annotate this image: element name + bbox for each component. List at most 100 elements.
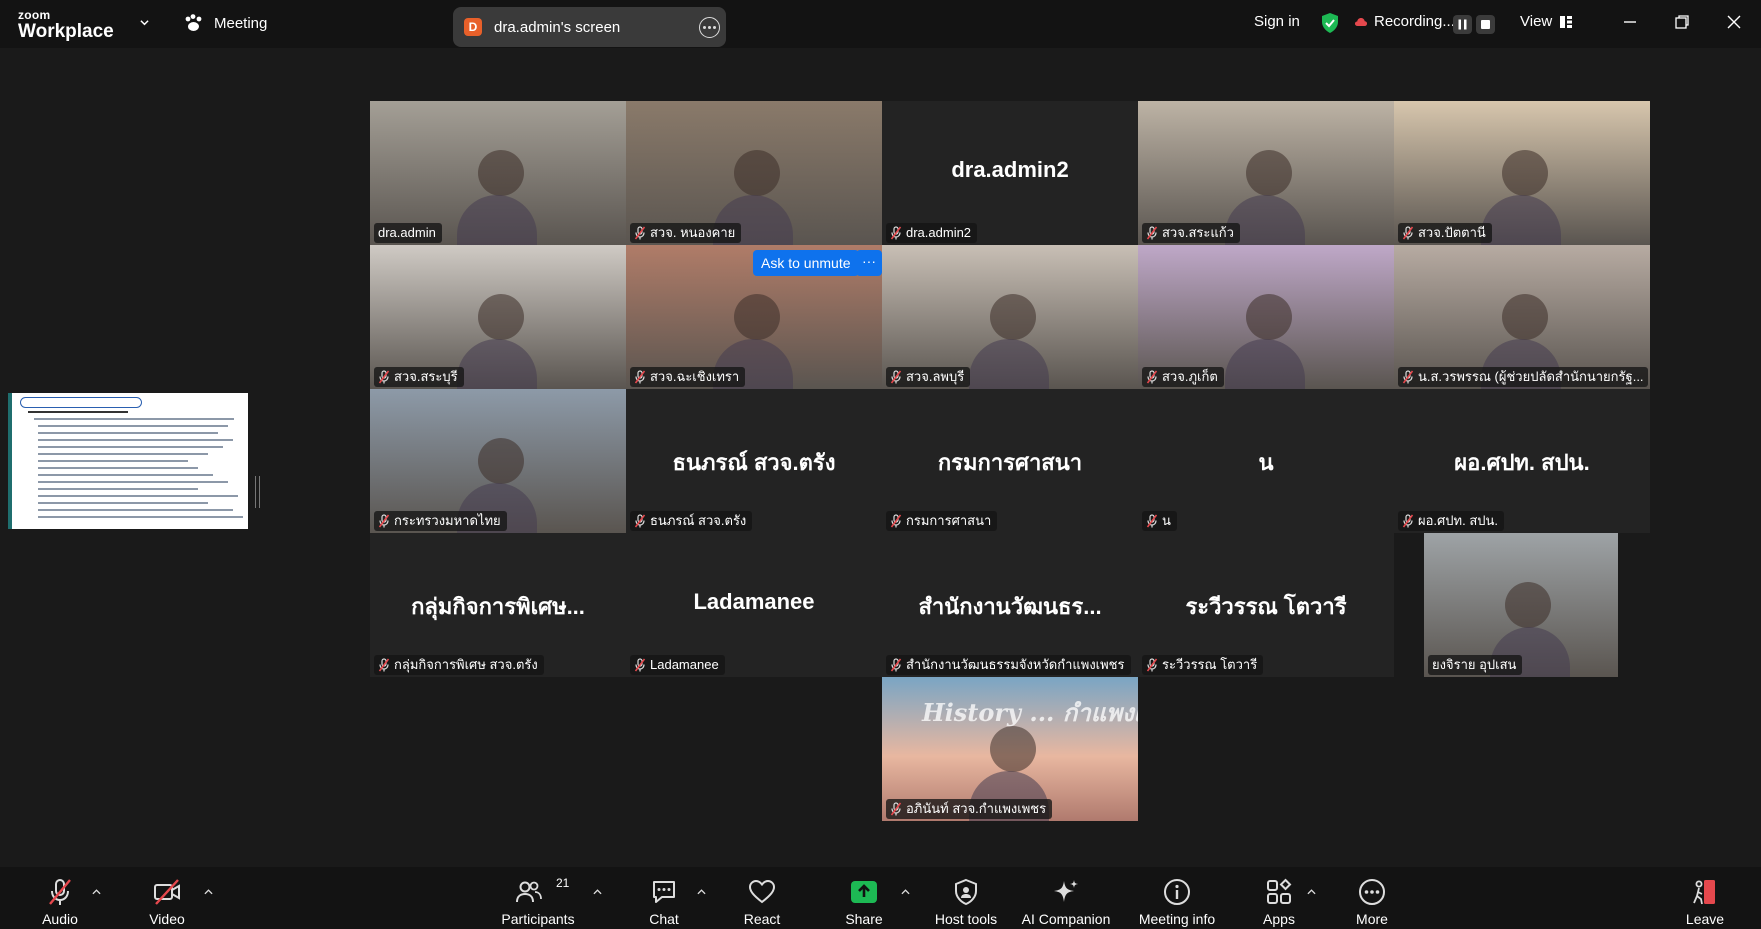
mic-muted-icon xyxy=(378,658,390,672)
ask-to-unmute-button[interactable]: Ask to unmute xyxy=(753,250,859,276)
participant-name-tag: ผอ.ศปท. สปน. xyxy=(1398,511,1505,531)
brand-bottom: Workplace xyxy=(18,21,114,42)
meeting-menu-button[interactable]: Meeting xyxy=(184,14,267,32)
participant-name-tag: สำนักงานวัฒนธรรมจังหวัดกำแพงเพชร xyxy=(886,655,1131,675)
participant-silhouette-body xyxy=(1481,194,1562,245)
pause-recording-button[interactable] xyxy=(1453,15,1472,34)
participant-tile[interactable]: สวจ.สระแก้ว xyxy=(1138,101,1394,245)
participant-tile[interactable]: สวจ.ภูเก็ต xyxy=(1138,245,1394,389)
mic-muted-icon xyxy=(1146,514,1158,528)
participant-name: dra.admin2 xyxy=(906,225,972,240)
share-button[interactable]: Share xyxy=(819,867,909,929)
participant-silhouette xyxy=(1505,581,1552,628)
participant-silhouette xyxy=(1245,293,1292,340)
shared-screen-line xyxy=(34,418,234,420)
panel-resize-handle[interactable] xyxy=(255,476,260,508)
chevron-down-icon[interactable] xyxy=(140,18,149,27)
participant-name: สวจ.ภูเก็ต xyxy=(1162,369,1218,384)
video-button[interactable]: Video xyxy=(122,867,212,929)
participant-name: อภินันท์ สวจ.กำแพงเพชร xyxy=(906,801,1047,816)
participant-tile[interactable]: นน xyxy=(1138,389,1394,533)
sign-in-button[interactable]: Sign in xyxy=(1254,13,1300,30)
encryption-shield-icon[interactable] xyxy=(1320,12,1340,34)
tile-more-options-button[interactable]: ··· xyxy=(856,250,882,276)
react-button[interactable]: React xyxy=(717,867,807,929)
participant-tile[interactable]: dra.admin xyxy=(370,101,626,245)
shared-screen-line xyxy=(28,411,128,413)
meeting-info-button[interactable]: Meeting info xyxy=(1127,867,1227,929)
stop-recording-button[interactable] xyxy=(1476,15,1495,34)
mic-muted-icon xyxy=(378,370,390,384)
shared-screen-line xyxy=(38,446,223,448)
participant-tile[interactable]: กลุ่มกิจการพิเศษ... กลุ่มกิจการพิเศษ สวจ.… xyxy=(370,533,626,677)
participant-name: กระทรวงมหาดไทย xyxy=(394,513,501,528)
participant-tile[interactable]: สวจ. หนองคาย xyxy=(626,101,882,245)
share-options-icon[interactable] xyxy=(699,17,720,38)
participant-display-name: ธนภรณ์ สวจ.ตรัง xyxy=(672,450,836,475)
chat-options-caret-icon[interactable] xyxy=(697,889,706,895)
participant-silhouette xyxy=(477,293,524,340)
participant-tile[interactable]: dra.admin2 dra.admin2 xyxy=(882,101,1138,245)
participant-tile[interactable]: น.ส.วรพรรณ (ผู้ช่วยปลัดสำนักนายกรัฐ... xyxy=(1394,245,1650,389)
participant-name: dra.admin xyxy=(378,225,436,240)
recording-label: Recording... xyxy=(1374,13,1455,30)
shared-screen-line xyxy=(38,488,198,490)
participant-tile[interactable]: ยงจิราย อุปเสน xyxy=(1424,533,1618,677)
shared-screen-line xyxy=(38,474,213,476)
participant-name-tag: กระทรวงมหาดไทย xyxy=(374,511,507,531)
leave-door-icon xyxy=(1693,880,1715,905)
screen-share-indicator[interactable]: D dra.admin's screen xyxy=(453,7,726,47)
participant-tile[interactable]: สวจ.ปัตตานี xyxy=(1394,101,1650,245)
participant-tile[interactable]: ผอ.ศปท. สปน. ผอ.ศปท. สปน. xyxy=(1394,389,1650,533)
apps-options-caret-icon[interactable] xyxy=(1307,889,1316,895)
participant-name: กลุ่มกิจการพิเศษ สวจ.ตรัง xyxy=(394,657,538,672)
participant-tile[interactable]: สวจ.สระบุรี xyxy=(370,245,626,389)
participant-tile[interactable]: สวจ.ลพบุรี xyxy=(882,245,1138,389)
title-bar: zoom Workplace Meeting D dra.admin's scr… xyxy=(0,0,1761,48)
view-menu-button[interactable]: View xyxy=(1520,13,1573,30)
more-button[interactable]: More xyxy=(1327,867,1417,929)
mic-muted-icon xyxy=(1146,226,1158,240)
shared-screen-content[interactable] xyxy=(8,393,248,529)
participant-display-name: dra.admin2 xyxy=(951,157,1069,182)
participant-display-name: ระวีวรรณ โตวารี xyxy=(1185,594,1347,619)
restore-icon[interactable] xyxy=(1674,14,1690,30)
video-options-caret-icon[interactable] xyxy=(204,889,213,895)
participant-tile[interactable]: ธนภรณ์ สวจ.ตรัง ธนภรณ์ สวจ.ตรัง xyxy=(626,389,882,533)
mic-muted-icon xyxy=(1146,370,1158,384)
apps-label: Apps xyxy=(1263,911,1295,927)
sharer-avatar: D xyxy=(464,18,482,36)
participant-tile[interactable]: กรมการศาสนา กรมการศาสนา xyxy=(882,389,1138,533)
participant-name: ผอ.ศปท. สปน. xyxy=(1418,513,1499,528)
participant-tile[interactable]: ระวีวรรณ โตวารี ระวีวรรณ โตวารี xyxy=(1138,533,1394,677)
minimize-icon[interactable] xyxy=(1622,14,1638,30)
host-tools-button[interactable]: Host tools xyxy=(921,867,1011,929)
participant-silhouette xyxy=(989,293,1036,340)
share-options-caret-icon[interactable] xyxy=(901,889,910,895)
audio-button[interactable]: Audio xyxy=(15,867,105,929)
participant-name-tag: น xyxy=(1142,511,1177,531)
leave-button[interactable]: Leave xyxy=(1660,867,1750,929)
participant-name: สวจ.ฉะเชิงเทรา xyxy=(650,369,740,384)
share-label: Share xyxy=(845,911,883,927)
participant-tile[interactable]: กระทรวงมหาดไทย xyxy=(370,389,626,533)
participant-tile[interactable]: History ... กำแพงเพชรอภินันท์ สวจ.กำแพงเ… xyxy=(882,677,1138,821)
participant-silhouette-body xyxy=(1225,338,1306,389)
chat-button[interactable]: Chat xyxy=(619,867,709,929)
apps-button[interactable]: Apps xyxy=(1234,867,1324,929)
mic-muted-icon xyxy=(890,514,902,528)
participant-name-tag: กลุ่มกิจการพิเศษ สวจ.ตรัง xyxy=(374,655,544,675)
audio-options-caret-icon[interactable] xyxy=(92,889,101,895)
close-icon[interactable] xyxy=(1726,14,1742,30)
participants-options-caret-icon[interactable] xyxy=(593,889,602,895)
grid-view-icon xyxy=(1560,15,1573,28)
participant-name: ระวีวรรณ โตวารี xyxy=(1162,657,1258,672)
participant-tile[interactable]: Ladamanee Ladamanee xyxy=(626,533,882,677)
participants-button[interactable]: Participants xyxy=(492,867,584,929)
participant-name: Ladamanee xyxy=(650,657,719,672)
mic-muted-icon xyxy=(378,514,390,528)
participant-tile[interactable]: สำนักงานวัฒนธร... สำนักงานวัฒนธรรมจังหวัด… xyxy=(882,533,1138,677)
recording-status[interactable]: Recording... xyxy=(1354,13,1455,30)
ai-companion-button[interactable]: AI Companion xyxy=(1016,867,1116,929)
participant-name-tag: สวจ.ปัตตานี xyxy=(1398,223,1492,243)
